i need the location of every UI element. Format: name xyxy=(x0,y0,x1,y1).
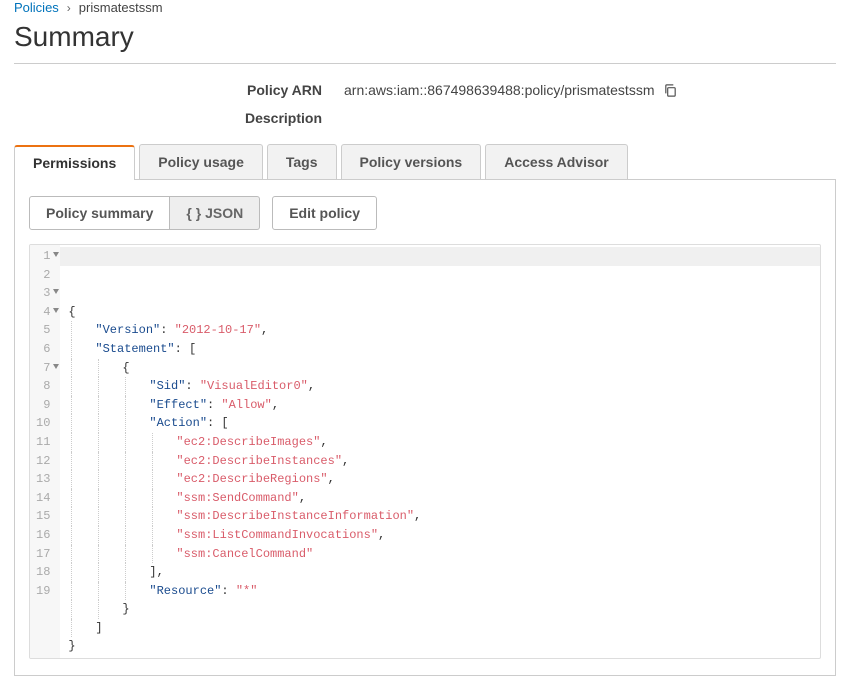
json-code-editor[interactable]: 12345678910111213141516171819 {"Version"… xyxy=(29,244,821,659)
tab-panel: Policy summary { } JSON Edit policy 1234… xyxy=(14,180,836,676)
json-view-button[interactable]: { } JSON xyxy=(170,196,260,230)
tabs: Permissions Policy usage Tags Policy ver… xyxy=(14,144,836,180)
divider xyxy=(14,63,836,64)
description-label: Description xyxy=(14,110,344,126)
policy-summary-button[interactable]: Policy summary xyxy=(29,196,170,230)
tab-permissions[interactable]: Permissions xyxy=(14,145,135,180)
tab-policy-usage[interactable]: Policy usage xyxy=(139,144,263,179)
page-title: Summary xyxy=(14,21,836,53)
tab-access-advisor[interactable]: Access Advisor xyxy=(485,144,628,179)
breadcrumb-current: prismatestssm xyxy=(79,0,163,15)
view-toggle-group: Policy summary { } JSON xyxy=(29,196,260,230)
breadcrumb-root-link[interactable]: Policies xyxy=(14,0,59,15)
chevron-right-icon: › xyxy=(67,1,71,15)
policy-arn-value: arn:aws:iam::867498639488:policy/prismat… xyxy=(344,82,655,98)
tab-tags[interactable]: Tags xyxy=(267,144,337,179)
breadcrumb: Policies › prismatestssm xyxy=(14,0,836,21)
policy-arn-label: Policy ARN xyxy=(14,82,344,98)
edit-policy-button[interactable]: Edit policy xyxy=(272,196,377,230)
tab-policy-versions[interactable]: Policy versions xyxy=(341,144,482,179)
copy-icon[interactable] xyxy=(663,83,678,98)
